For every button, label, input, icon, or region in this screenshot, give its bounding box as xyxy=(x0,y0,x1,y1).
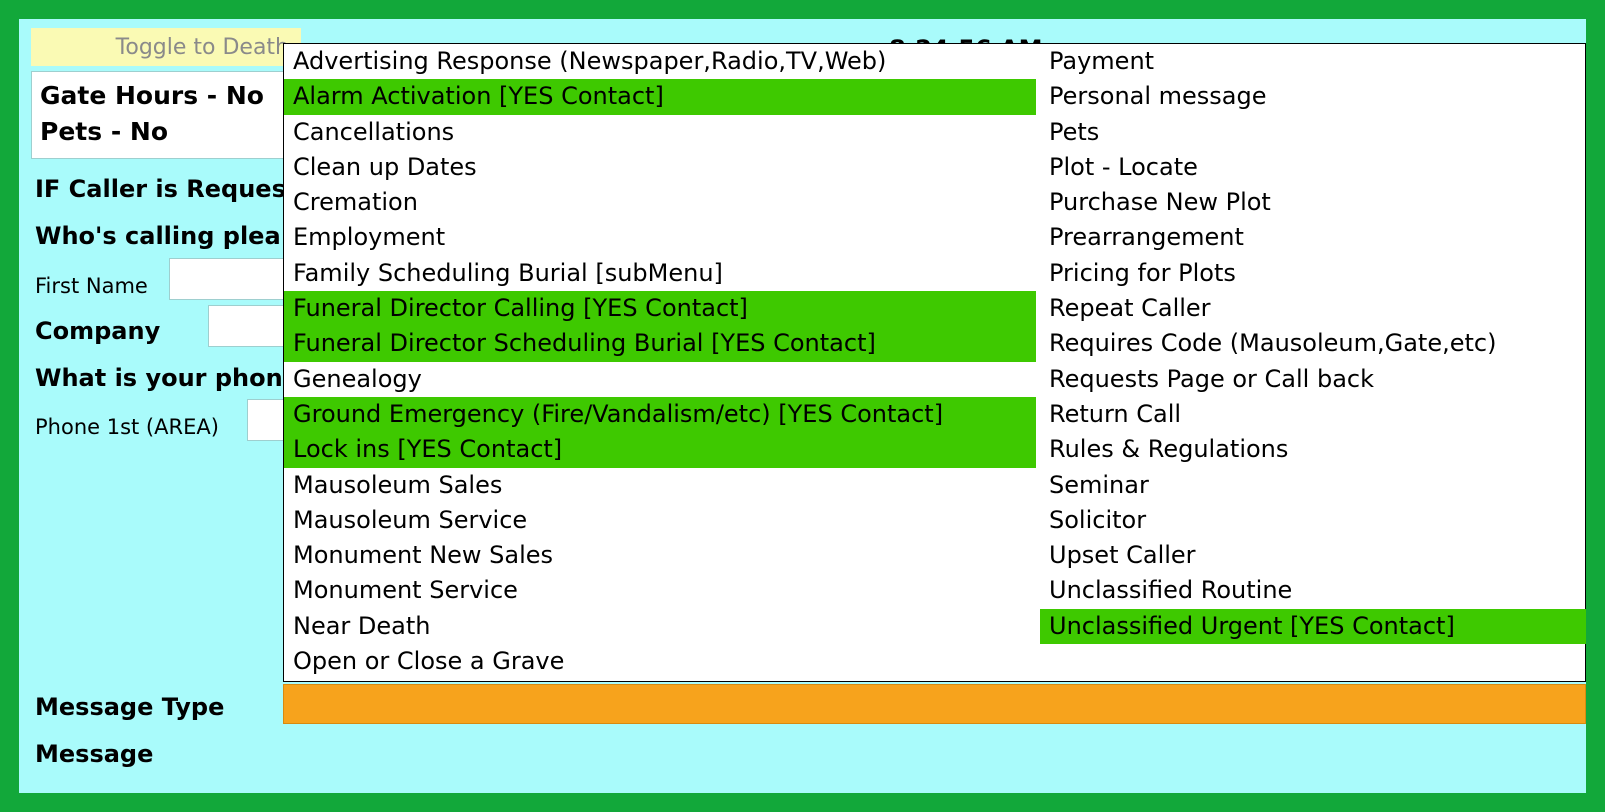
menu-item[interactable]: Mausoleum Service xyxy=(284,503,1036,538)
form-panel: Toggle to Death 8:24:56 AM Gate Hours - … xyxy=(19,19,1586,793)
phone-label: Phone 1st (AREA) xyxy=(35,415,219,439)
menu-item[interactable]: Alarm Activation [YES Contact] xyxy=(284,79,1036,115)
menu-item[interactable]: Seminar xyxy=(1040,468,1586,503)
message-type-dropdown-menu: Advertising Response (Newspaper,Radio,TV… xyxy=(283,43,1586,682)
menu-item[interactable]: Purchase New Plot xyxy=(1040,185,1586,220)
if-caller-label: IF Caller is Reques xyxy=(35,175,286,203)
menu-item[interactable]: Advertising Response (Newspaper,Radio,TV… xyxy=(284,44,1036,79)
menu-item[interactable]: Requests Page or Call back xyxy=(1040,362,1586,397)
menu-item[interactable]: Solicitor xyxy=(1040,503,1586,538)
message-type-select[interactable] xyxy=(283,684,1586,724)
menu-item[interactable]: Open or Close a Grave xyxy=(284,644,1036,679)
gate-info-box: Gate Hours - No Pets - No xyxy=(31,71,321,159)
phone-area-input[interactable] xyxy=(247,399,287,441)
menu-item[interactable]: Rules & Regulations xyxy=(1040,432,1586,467)
menu-item[interactable]: Repeat Caller xyxy=(1040,291,1586,326)
menu-item[interactable]: Payment xyxy=(1040,44,1586,79)
message-type-label: Message Type xyxy=(35,693,225,721)
message-label: Message xyxy=(35,740,154,768)
menu-item[interactable]: Monument New Sales xyxy=(284,538,1036,573)
menu-column-right: Payment Personal message Pets Plot - Locate… xyxy=(1040,44,1586,645)
pets-text: Pets - No xyxy=(40,117,168,146)
menu-item[interactable]: Plot - Locate xyxy=(1040,150,1586,185)
company-input[interactable] xyxy=(208,305,288,347)
menu-item[interactable]: Ground Emergency (Fire/Vandalism/etc) [Y… xyxy=(284,396,1036,433)
menu-item[interactable]: Unclassified Routine xyxy=(1040,573,1586,608)
company-label: Company xyxy=(35,317,161,345)
menu-item[interactable]: Family Scheduling Burial [subMenu] xyxy=(284,256,1036,291)
menu-item[interactable]: Pricing for Plots xyxy=(1040,256,1586,291)
menu-item[interactable]: Funeral Director Scheduling Burial [YES … xyxy=(284,326,1036,362)
menu-item[interactable]: Personal message xyxy=(1040,79,1586,114)
menu-item[interactable]: Mausoleum Sales xyxy=(284,468,1036,503)
menu-item[interactable]: Funeral Director Calling [YES Contact] xyxy=(284,291,1036,327)
menu-item[interactable]: Near Death xyxy=(284,609,1036,644)
menu-item[interactable]: Return Call xyxy=(1040,397,1586,432)
phone-question-label: What is your phon xyxy=(35,364,283,392)
first-name-input[interactable] xyxy=(169,258,289,300)
menu-item[interactable]: Upset Caller xyxy=(1040,538,1586,573)
gate-hours-text: Gate Hours - No xyxy=(40,81,264,110)
menu-item[interactable]: Genealogy xyxy=(284,362,1036,397)
menu-item[interactable]: Clean up Dates xyxy=(284,150,1036,185)
menu-item[interactable]: Pets xyxy=(1040,115,1586,150)
menu-item[interactable]: Lock ins [YES Contact] xyxy=(284,432,1036,468)
menu-item[interactable]: Requires Code (Mausoleum,Gate,etc) xyxy=(1040,326,1586,361)
menu-item[interactable]: Cancellations xyxy=(284,115,1036,150)
toggle-to-death-button[interactable]: Toggle to Death xyxy=(31,28,301,66)
menu-column-left: Advertising Response (Newspaper,Radio,TV… xyxy=(284,44,1036,679)
menu-item[interactable]: Monument Service xyxy=(284,573,1036,608)
first-name-label: First Name xyxy=(35,274,148,298)
whos-calling-label: Who's calling plea xyxy=(35,222,281,250)
menu-item[interactable]: Cremation xyxy=(284,185,1036,220)
menu-item[interactable]: Unclassified Urgent [YES Contact] xyxy=(1040,608,1586,645)
menu-item[interactable]: Employment xyxy=(284,220,1036,255)
menu-item[interactable]: Prearrangement xyxy=(1040,220,1586,255)
